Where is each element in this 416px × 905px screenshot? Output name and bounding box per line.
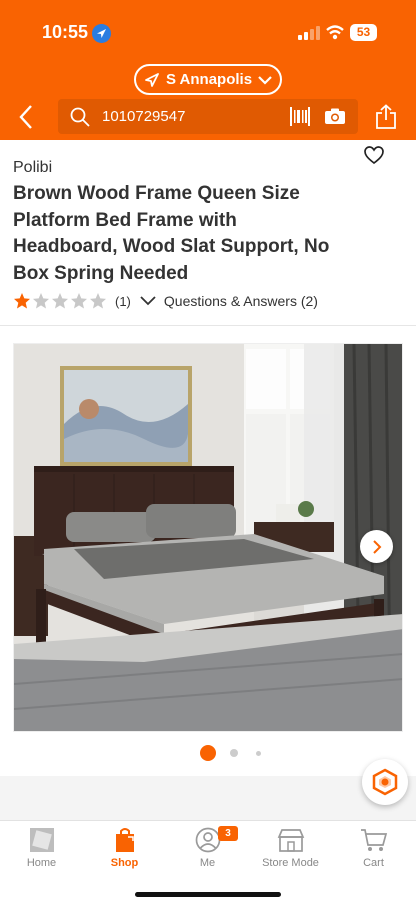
divider xyxy=(0,325,416,326)
tab-label: Shop xyxy=(110,857,139,869)
chevron-down-icon xyxy=(258,75,272,85)
pagination-dot[interactable] xyxy=(256,750,261,756)
questions-answers-link[interactable]: Questions & Answers (2) xyxy=(164,293,318,309)
back-button[interactable] xyxy=(16,104,40,130)
store-icon xyxy=(277,829,304,852)
search-input[interactable]: 1010729547 xyxy=(58,99,358,134)
shopping-bag-icon xyxy=(115,828,134,852)
camera-icon[interactable] xyxy=(324,108,346,125)
tab-label: Me xyxy=(199,857,216,869)
location-services-icon xyxy=(92,24,111,43)
heart-icon[interactable] xyxy=(364,146,384,165)
pagination-dot-active[interactable] xyxy=(200,745,216,761)
assistant-button[interactable] xyxy=(362,759,408,805)
barcode-scan-icon[interactable] xyxy=(290,107,310,126)
tab-shop[interactable]: Shop xyxy=(83,821,166,881)
product-brand[interactable]: Polibi xyxy=(13,159,52,177)
section-divider xyxy=(0,776,416,820)
wifi-icon xyxy=(326,25,344,40)
next-image-button[interactable] xyxy=(360,530,393,563)
pagination-dot[interactable] xyxy=(230,749,238,757)
hexagon-logo-icon xyxy=(372,768,398,796)
chevron-down-icon[interactable] xyxy=(140,296,156,306)
location-arrow-icon xyxy=(145,72,159,87)
star-empty-icon xyxy=(52,293,68,309)
battery-indicator: 53 xyxy=(350,24,377,41)
product-image[interactable] xyxy=(13,343,403,732)
app-header: 10:55 53 S Annapolis 1010729547 xyxy=(0,0,416,140)
review-count[interactable]: (1) xyxy=(115,294,131,309)
star-empty-icon xyxy=(90,293,106,309)
rating-row[interactable]: (1) Questions & Answers (2) xyxy=(13,291,318,311)
search-icon xyxy=(70,107,90,127)
star-rating xyxy=(13,292,107,310)
star-filled-icon xyxy=(14,293,30,309)
tab-cart[interactable]: Cart xyxy=(332,821,415,881)
notification-badge: 3 xyxy=(218,826,238,841)
search-query: 1010729547 xyxy=(102,108,186,125)
store-location-selector[interactable]: S Annapolis xyxy=(134,64,282,95)
cellular-signal-icon xyxy=(298,26,320,40)
chevron-right-icon xyxy=(372,539,381,554)
home-indicator xyxy=(135,892,281,897)
tab-home[interactable]: Home xyxy=(0,821,83,881)
tab-store-mode[interactable]: Store Mode xyxy=(249,821,332,881)
image-pagination xyxy=(200,745,261,761)
cart-icon xyxy=(360,829,387,851)
status-time: 10:55 xyxy=(42,22,89,42)
tab-label: Cart xyxy=(363,857,384,869)
tab-label: Home xyxy=(26,857,57,869)
share-icon[interactable] xyxy=(375,104,397,130)
star-empty-icon xyxy=(33,293,49,309)
product-title: Brown Wood Frame Queen Size Platform Bed… xyxy=(13,183,330,284)
tab-label: Store Mode xyxy=(262,857,319,869)
user-icon xyxy=(195,827,220,853)
home-depot-logo-icon xyxy=(29,828,54,852)
star-empty-icon xyxy=(71,293,87,309)
store-name: S Annapolis xyxy=(165,71,253,88)
